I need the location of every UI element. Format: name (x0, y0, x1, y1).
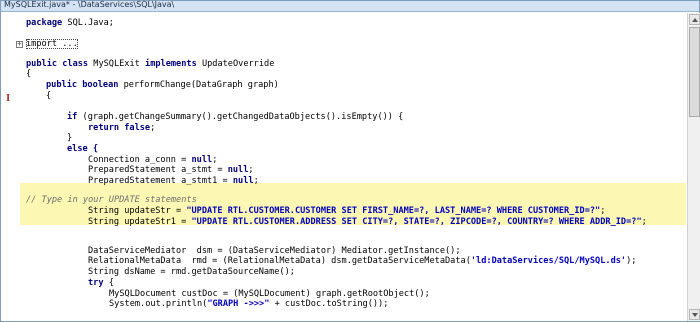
code-text: String updateStr = (88, 206, 187, 216)
keyword-token: package (26, 18, 63, 28)
code-text: ; (248, 165, 254, 175)
folded-import-region[interactable] (26, 39, 78, 49)
vertical-scrollbar[interactable] (687, 13, 700, 321)
expand-fold-icon[interactable]: + (16, 41, 23, 48)
keyword-token: null (232, 176, 254, 186)
code-line: import ... (26, 39, 78, 49)
code-line: DataServiceMediator dsm = (DataServiceMe… (88, 246, 461, 256)
string-literal: 'ld:DataServices/SQL/MySQL.ds' (470, 256, 627, 266)
code-line: else { (67, 144, 98, 154)
code-text: Connection a_conn = (88, 155, 192, 165)
code-text: ; (641, 217, 647, 227)
code-line: } (67, 133, 73, 143)
code-line: PreparedStatement a_stmt1 = null; (88, 176, 259, 186)
code-line: { (46, 91, 52, 101)
code-line: RelationalMetaData rmd = (RelationalMeta… (88, 256, 636, 266)
keyword-token: null (227, 165, 249, 175)
code-line: System.out.println("GRAPH ->>>" + custDo… (109, 299, 388, 309)
code-text: ; (253, 176, 259, 186)
file-title: MySQLExit.java* - \DataServices\SQL\Java… (4, 0, 175, 9)
text-cursor-marker: I (6, 94, 11, 104)
code-line: try { (88, 278, 114, 288)
code-line: MySQLDocument custDoc = (MySQLDocument) … (109, 289, 430, 299)
code-text: System.out.println( (109, 299, 208, 309)
code-line: public class MySQLExit implements Update… (26, 59, 274, 69)
code-text: (graph.getChangeSummary().getChangedData… (77, 112, 404, 122)
code-line: { (26, 69, 32, 79)
code-text: ; (150, 123, 156, 133)
editor-gutter[interactable]: I (1, 13, 22, 321)
code-text: ; (212, 155, 218, 165)
code-line: if (graph.getChangeSummary().getChangedD… (67, 112, 403, 122)
arrow-down-icon (692, 313, 698, 317)
code-text: PreparedStatement a_stmt = (88, 165, 228, 175)
keyword-token: implements (145, 59, 197, 69)
scroll-down-button[interactable] (689, 309, 700, 320)
code-line: public boolean performChange(DataGraph g… (46, 80, 279, 90)
code-text: String updateStr1 = (88, 217, 192, 227)
code-line: PreparedStatement a_stmt = null; (88, 165, 254, 175)
code-text: ; (600, 206, 606, 216)
code-text: performChange(DataGraph graph) (118, 80, 279, 90)
code-text: + custDoc.toString()); (269, 299, 389, 309)
comment-token: // Type in your UPDATE statements (26, 195, 197, 205)
code-editor[interactable]: package SQL.Java; import ... public clas… (22, 13, 686, 321)
code-line: String updateStr = "UPDATE RTL.CUSTOMER.… (88, 206, 605, 216)
keyword-token: else { (67, 144, 99, 154)
code-line: String dsName = rmd.getDataSourceName(); (88, 267, 295, 277)
code-line: package SQL.Java; (26, 18, 114, 28)
keyword-token: if (67, 112, 78, 122)
code-editor-window: MySQLExit.java* - \DataServices\SQL\Java… (0, 0, 700, 322)
code-text: RelationalMetaData rmd = (RelationalMeta… (88, 256, 471, 266)
code-line: return false; (88, 123, 155, 133)
string-literal: "GRAPH ->>>" (207, 299, 270, 309)
code-text: PreparedStatement a_stmt1 = (88, 176, 233, 186)
class-name: MySQLExit (88, 59, 146, 69)
string-literal: "UPDATE RTL.CUSTOMER.CUSTOMER SET FIRST_… (186, 206, 601, 216)
keyword-token: return (88, 123, 120, 133)
scroll-up-button[interactable] (689, 14, 700, 25)
code-text: SQL.Java; (62, 18, 114, 28)
code-text: ); (626, 256, 637, 266)
code-line: // Type in your UPDATE statements (26, 195, 197, 205)
code-text: UpdateOverride (196, 59, 275, 69)
scrollbar-thumb[interactable] (689, 27, 700, 117)
keyword-token: public boolean (46, 80, 119, 90)
editor-tab-title[interactable]: MySQLExit.java* - \DataServices\SQL\Java… (1, 0, 699, 12)
code-line: Connection a_conn = null; (88, 155, 217, 165)
keyword-token: try (88, 278, 104, 288)
string-literal: "UPDATE RTL.CUSTOMER.ADDRESS SET CITY=?,… (191, 217, 642, 227)
keyword-token: null (191, 155, 213, 165)
keyword-token: public class (26, 59, 89, 69)
code-text: { (103, 278, 114, 288)
keyword-token: false (119, 123, 151, 133)
code-line: String updateStr1 = "UPDATE RTL.CUSTOMER… (88, 217, 647, 227)
arrow-up-icon (692, 18, 698, 22)
